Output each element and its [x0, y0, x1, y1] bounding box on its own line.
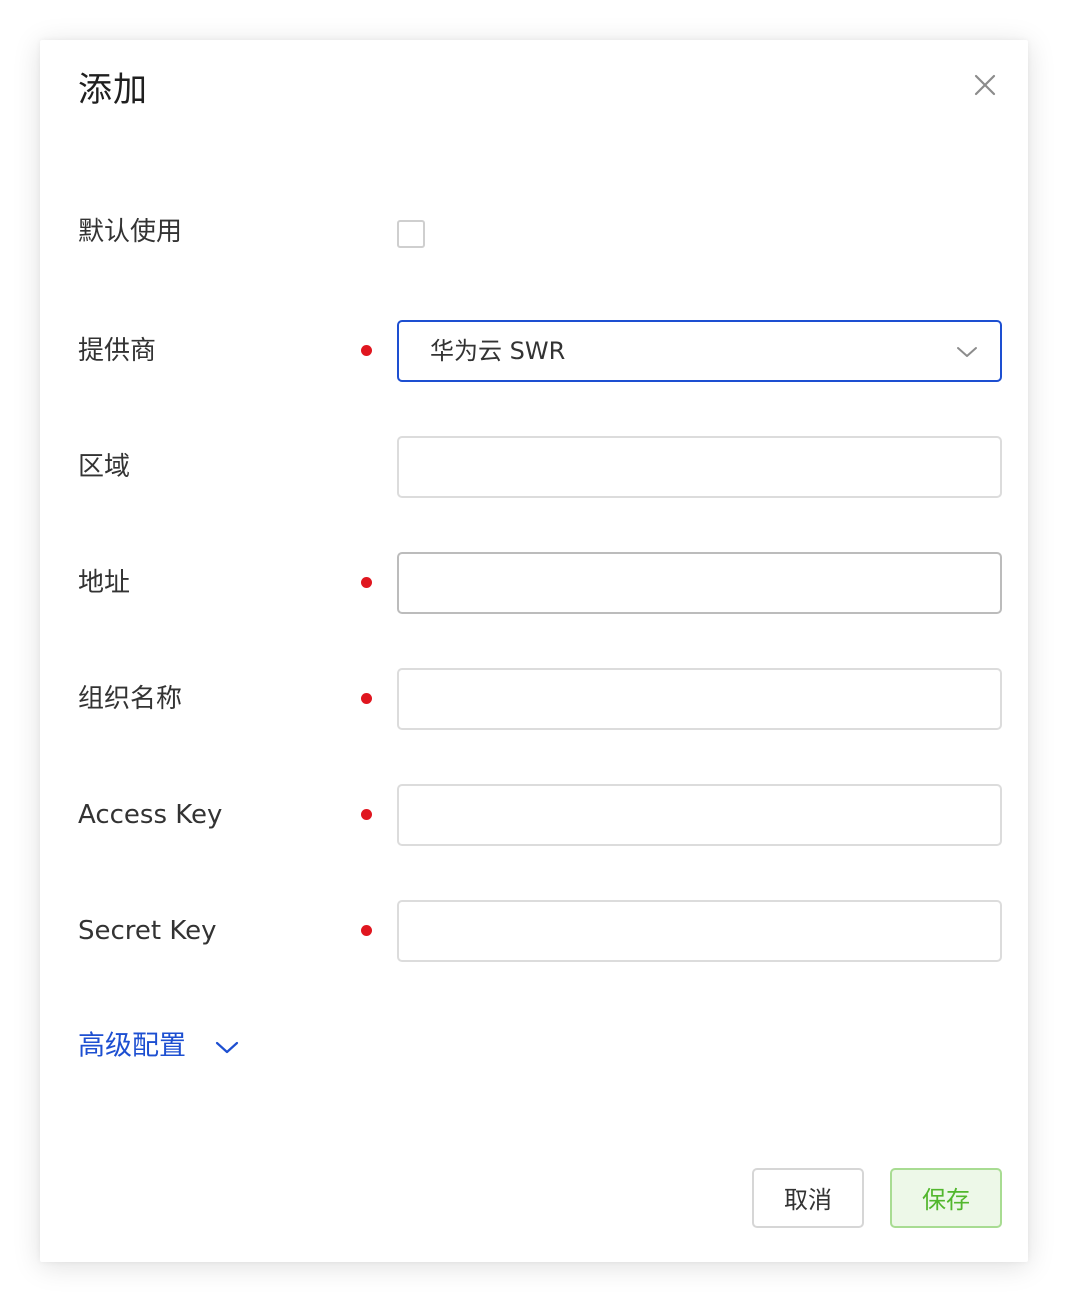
dialog-title: 添加 — [78, 70, 148, 110]
address-input[interactable] — [397, 552, 1002, 614]
advanced-config-toggle[interactable]: 高级配置 — [78, 1024, 239, 1068]
default-use-label: 默认使用 — [78, 217, 183, 247]
close-button[interactable] — [970, 70, 1000, 100]
save-button[interactable]: 保存 — [890, 1168, 1002, 1228]
provider-row: 提供商 华为云 SWR — [40, 319, 1028, 383]
chevron-down-icon — [957, 347, 977, 357]
required-dot — [361, 693, 372, 704]
advanced-config-label: 高级配置 — [78, 1030, 186, 1062]
secret-key-input[interactable] — [397, 900, 1002, 962]
access-key-row: Access Key — [40, 783, 1028, 847]
region-input[interactable] — [397, 436, 1002, 498]
required-dot — [361, 577, 372, 588]
region-label: 区域 — [78, 452, 131, 482]
default-use-checkbox[interactable] — [397, 220, 425, 248]
address-row: 地址 — [40, 551, 1028, 615]
provider-selected-value: 华为云 SWR — [430, 337, 566, 365]
required-dot — [361, 925, 372, 936]
address-label: 地址 — [78, 568, 131, 598]
access-key-input[interactable] — [397, 784, 1002, 846]
provider-select[interactable]: 华为云 SWR — [397, 320, 1002, 382]
required-dot — [361, 809, 372, 820]
region-row: 区域 — [40, 435, 1028, 499]
cancel-button[interactable]: 取消 — [752, 1168, 864, 1228]
access-key-label: Access Key — [78, 800, 223, 830]
chevron-down-icon — [215, 1041, 239, 1053]
org-name-row: 组织名称 — [40, 667, 1028, 731]
close-icon — [974, 74, 996, 96]
secret-key-row: Secret Key — [40, 899, 1028, 963]
secret-key-label: Secret Key — [78, 916, 217, 946]
required-dot — [361, 345, 372, 356]
org-name-label: 组织名称 — [78, 684, 183, 714]
provider-label: 提供商 — [78, 336, 157, 366]
add-dialog: 添加 默认使用 提供商 华为云 SWR 区域 地址 组织名称 Access Ke… — [40, 40, 1028, 1262]
org-name-input[interactable] — [397, 668, 1002, 730]
